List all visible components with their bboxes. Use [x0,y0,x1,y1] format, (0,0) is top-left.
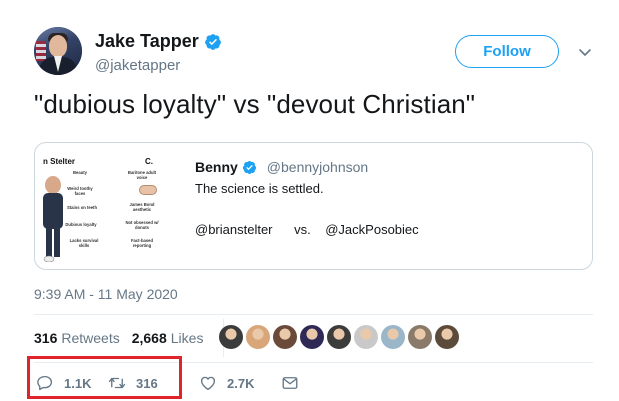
retweets-label: Retweets [61,330,120,346]
person-figure-icon [43,176,63,262]
hand-graphic [139,185,157,195]
liker-avatar[interactable] [300,325,324,349]
image-title-left: n Stelter [43,157,76,166]
verified-badge-icon [204,33,221,50]
image-label: Lacks survival skills [69,238,99,248]
envelope-icon [282,377,298,389]
highlight-annotation-box [27,356,182,399]
quoted-tweet-mentions[interactable]: @brianstelter vs. @JackPosobiec [195,222,419,237]
quoted-tweet-image[interactable]: n Stelter C. Beauty Weird toothy faces S… [43,151,186,262]
liker-avatar[interactable] [408,325,432,349]
image-label: James Bond aesthetic [129,202,155,212]
like-count: 2.7K [227,375,255,391]
liker-avatar[interactable] [381,325,405,349]
verified-badge-icon [242,160,256,174]
retweets-count: 316 [34,330,58,346]
quoted-tweet-card[interactable]: n Stelter C. Beauty Weird toothy faces S… [34,142,593,270]
likes-stat[interactable]: 2,668 Likes [132,330,204,346]
liker-avatar[interactable] [354,325,378,349]
quoted-author-name[interactable]: Benny [195,159,238,175]
engagement-stats: 316 Retweets 2,668 Likes [34,319,225,357]
heart-icon [200,376,216,391]
quoted-author[interactable]: Benny @bennyjohnson [195,159,368,175]
author-handle[interactable]: @jaketapper [95,57,180,74]
divider [34,314,593,315]
quoted-author-handle[interactable]: @bennyjohnson [267,159,368,175]
like-button[interactable]: 2.7K [199,374,281,392]
author-avatar[interactable] [34,27,82,75]
liker-avatar[interactable] [273,325,297,349]
quoted-tweet-text: The science is settled. [195,181,324,196]
likes-label: Likes [170,330,204,346]
image-title-right: C. [145,157,153,166]
liker-avatar[interactable] [327,325,351,349]
direct-message-button[interactable] [281,374,299,392]
image-label: Beauty [73,170,87,175]
image-label: Fact-based reporting [130,238,154,248]
follow-button[interactable]: Follow [455,35,559,68]
liker-avatar[interactable] [246,325,270,349]
tweet-timestamp[interactable]: 9:39 AM - 11 May 2020 [34,286,178,302]
author-name-text[interactable]: Jake Tapper [95,31,199,52]
retweets-stat[interactable]: 316 Retweets [34,330,120,346]
image-label: Dubious loyalty [65,222,97,227]
liker-avatars [219,325,459,349]
image-label: Weird toothy faces [67,186,93,196]
chevron-down-icon[interactable] [577,44,593,60]
image-label: Not obsessed w/ donuts [125,220,159,230]
likes-count: 2,668 [131,330,167,346]
liker-avatar[interactable] [435,325,459,349]
tweet-text: "dubious loyalty" vs "devout Christian" [34,89,476,119]
image-label: Baritone adult voice [127,170,157,180]
author-name[interactable]: Jake Tapper [95,31,222,52]
image-label: Stains on teeth [66,205,97,210]
liker-avatar[interactable] [219,325,243,349]
